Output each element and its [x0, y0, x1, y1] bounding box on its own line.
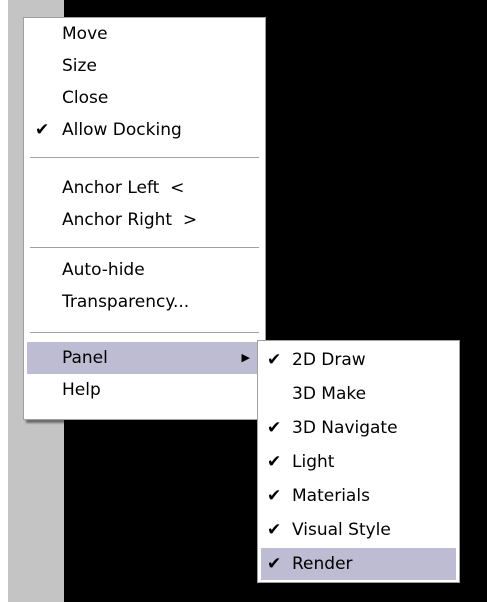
checkmark-icon: ✔: [267, 452, 282, 472]
menu-item-label: Light: [292, 452, 335, 472]
menu-item-label: Auto-hide: [62, 260, 145, 280]
menu-item-label: Panel: [62, 348, 108, 368]
checkmark-icon: ✔: [267, 554, 282, 574]
menu-item-label: Move: [62, 24, 108, 44]
menu-item-label: Help: [62, 380, 101, 400]
menu-item-size[interactable]: Size: [27, 50, 262, 82]
menu-item-label: Render: [292, 554, 353, 574]
submenu-item-light[interactable]: ✔ Light: [261, 446, 456, 478]
checkmark-icon: ✔: [267, 418, 282, 438]
menu-item-label: Materials: [292, 486, 370, 506]
panel-submenu: ✔ 2D Draw 3D Make ✔ 3D Navigate ✔ Light …: [257, 340, 460, 583]
submenu-item-3d-make[interactable]: 3D Make: [261, 378, 456, 410]
menu-separator: [30, 157, 259, 159]
checkmark-icon: ✔: [267, 486, 282, 506]
menu-separator: [30, 332, 259, 334]
checkmark-icon: ✔: [35, 120, 50, 140]
submenu-item-2d-draw[interactable]: ✔ 2D Draw: [261, 344, 456, 376]
menu-item-anchor-right[interactable]: Anchor Right >: [27, 204, 262, 236]
menu-item-label: Size: [62, 56, 97, 76]
menu-item-label: 3D Make: [292, 384, 367, 404]
menu-item-auto-hide[interactable]: Auto-hide: [27, 254, 262, 286]
submenu-item-render[interactable]: ✔ Render: [261, 548, 456, 580]
menu-item-label: Anchor Right >: [62, 210, 198, 230]
checkmark-icon: ✔: [267, 520, 282, 540]
menu-item-anchor-left[interactable]: Anchor Left <: [27, 172, 262, 204]
menu-item-transparency[interactable]: Transparency...: [27, 286, 262, 318]
menu-item-label: Transparency...: [62, 292, 190, 312]
menu-item-help[interactable]: Help: [27, 374, 262, 406]
menu-item-label: Visual Style: [292, 520, 391, 540]
palette-context-menu: Move Size Close ✔ Allow Docking Anchor L…: [23, 17, 266, 420]
menu-item-move[interactable]: Move: [27, 18, 262, 50]
menu-item-label: 3D Navigate: [292, 418, 398, 438]
menu-separator: [30, 247, 259, 249]
menu-item-label: 2D Draw: [292, 350, 366, 370]
checkmark-icon: ✔: [267, 350, 282, 370]
submenu-item-materials[interactable]: ✔ Materials: [261, 480, 456, 512]
menu-item-label: Close: [62, 88, 109, 108]
menu-item-allow-docking[interactable]: ✔ Allow Docking: [27, 114, 262, 146]
submenu-arrow-icon: ▶: [241, 351, 250, 364]
menu-item-close[interactable]: Close: [27, 82, 262, 114]
menu-item-label: Anchor Left <: [62, 178, 185, 198]
submenu-item-visual-style[interactable]: ✔ Visual Style: [261, 514, 456, 546]
menu-item-label: Allow Docking: [62, 120, 182, 140]
submenu-item-3d-navigate[interactable]: ✔ 3D Navigate: [261, 412, 456, 444]
menu-item-panel[interactable]: Panel ▶: [27, 342, 262, 374]
